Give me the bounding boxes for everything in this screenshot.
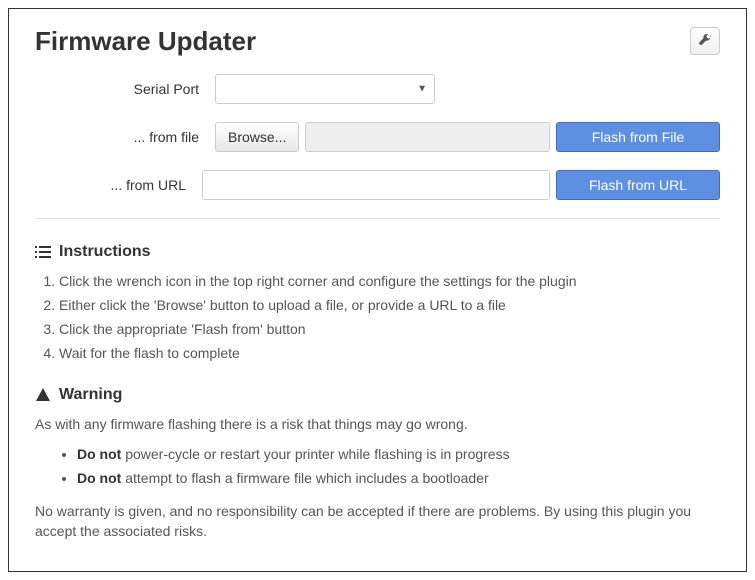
warning-disclaimer: No warranty is given, and no responsibil…: [35, 501, 720, 542]
from-file-label: ... from file: [35, 129, 215, 145]
instructions-heading: Instructions: [35, 243, 720, 261]
configure-button[interactable]: [690, 27, 720, 55]
warning-item: Do not power-cycle or restart your print…: [77, 444, 720, 464]
warning-bold: Do not: [77, 446, 121, 462]
warning-rest: attempt to flash a firmware file which i…: [121, 470, 488, 486]
warning-intro: As with any firmware flashing there is a…: [35, 414, 720, 434]
warning-heading: Warning: [35, 386, 720, 404]
warning-bold: Do not: [77, 470, 121, 486]
instruction-item: Click the wrench icon in the top right c…: [59, 271, 720, 291]
flash-from-file-button[interactable]: Flash from File: [556, 122, 720, 152]
instructions-heading-text: Instructions: [59, 243, 151, 261]
page-title: Firmware Updater: [35, 27, 256, 56]
header-row: Firmware Updater: [35, 27, 720, 56]
instruction-item: Either click the 'Browse' button to uplo…: [59, 295, 720, 315]
instruction-item: Wait for the flash to complete: [59, 343, 720, 363]
from-url-label: ... from URL: [35, 177, 202, 193]
wrench-icon: [698, 33, 712, 50]
browse-button[interactable]: Browse...: [215, 122, 299, 152]
from-url-row: ... from URL Flash from URL: [35, 170, 720, 200]
firmware-updater-panel: Firmware Updater Serial Port ▼ ... from …: [8, 8, 747, 572]
url-input[interactable]: [202, 170, 550, 200]
from-file-row: ... from file Browse... Flash from File: [35, 122, 720, 152]
file-path-display: [305, 122, 550, 152]
warning-item: Do not attempt to flash a firmware file …: [77, 468, 720, 488]
serial-port-select[interactable]: [215, 74, 435, 104]
serial-port-row: Serial Port ▼: [35, 74, 720, 104]
list-icon: [35, 244, 51, 260]
divider: [35, 218, 720, 219]
instructions-list: Click the wrench icon in the top right c…: [35, 271, 720, 364]
instruction-item: Click the appropriate 'Flash from' butto…: [59, 319, 720, 339]
warning-list: Do not power-cycle or restart your print…: [35, 444, 720, 489]
warning-rest: power-cycle or restart your printer whil…: [121, 446, 509, 462]
flash-from-url-button[interactable]: Flash from URL: [556, 170, 720, 200]
warning-heading-text: Warning: [59, 386, 122, 404]
warning-icon: [35, 387, 51, 403]
serial-port-label: Serial Port: [35, 81, 215, 97]
